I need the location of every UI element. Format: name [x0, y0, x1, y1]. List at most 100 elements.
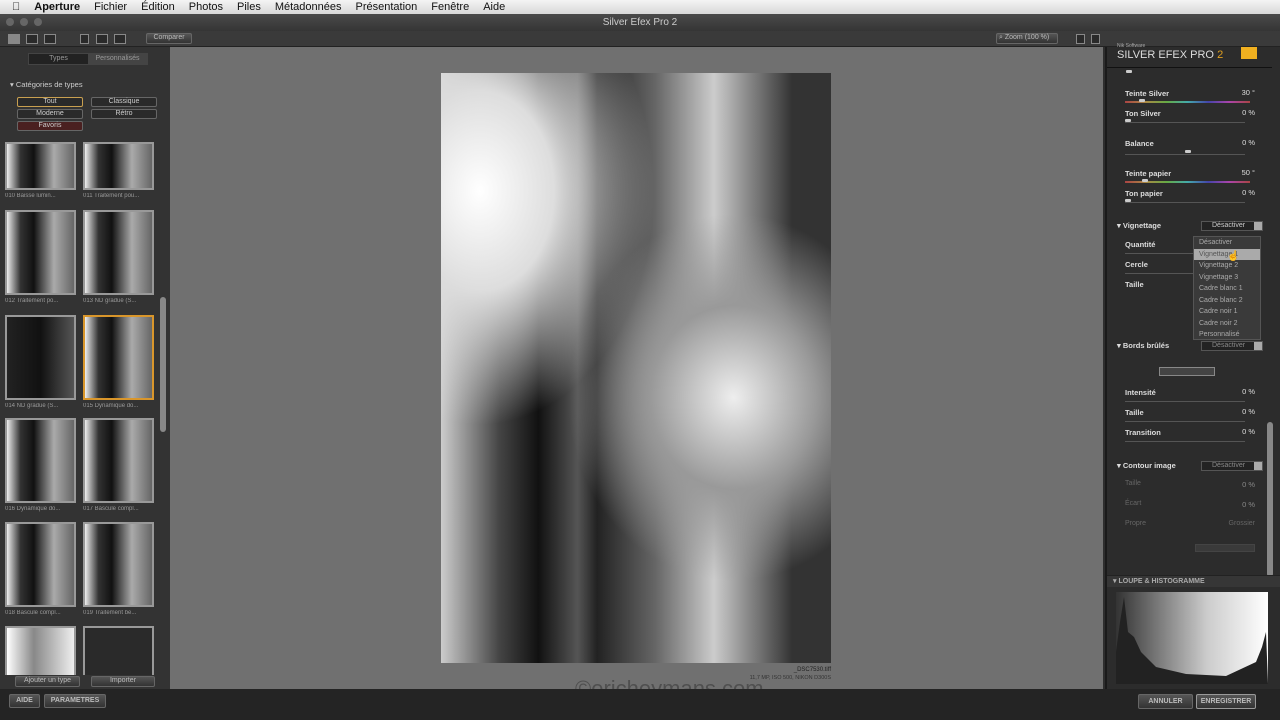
menu-item[interactable]: Cadre noir 2 — [1194, 318, 1260, 330]
section-bords-brules[interactable]: ▾ Bords brûlés — [1117, 341, 1169, 350]
category-tout[interactable]: Tout — [17, 97, 83, 107]
menu-item[interactable]: Désactiver — [1194, 237, 1260, 249]
slider-knob[interactable] — [1139, 99, 1145, 102]
preset-scrollbar[interactable] — [160, 297, 166, 432]
toolbar: Comparer ⌕ Zoom (100 %) — [0, 31, 1280, 47]
menu-item[interactable]: Cadre blanc 1 — [1194, 283, 1260, 295]
slider-taille: Taille 0 % — [1125, 407, 1255, 422]
split-view-icon[interactable] — [26, 34, 38, 44]
category-favoris[interactable]: Favoris — [17, 121, 83, 131]
section-contour-image[interactable]: ▾ Contour image — [1117, 461, 1176, 470]
categories-header[interactable]: ▾ Catégories de types — [10, 80, 83, 89]
compare-button[interactable]: Comparer — [146, 33, 192, 44]
slider-track[interactable] — [1125, 441, 1245, 442]
slider-knob[interactable] — [1125, 119, 1131, 122]
vignette-cercle-label: Cercle — [1125, 260, 1148, 269]
zoom-window-button[interactable] — [34, 18, 42, 26]
preset-thumbnail[interactable] — [5, 315, 76, 400]
menu-item[interactable]: Cadre blanc 2 — [1194, 295, 1260, 307]
single-view-icon[interactable] — [80, 34, 89, 44]
preset-thumbnail[interactable] — [5, 626, 76, 675]
import-button[interactable]: Importer — [91, 676, 155, 687]
menu-item[interactable]: Vignettage 3 — [1194, 272, 1260, 284]
panel-toggle-icon[interactable] — [1091, 34, 1100, 44]
contour-dropdown[interactable]: Désactiver — [1201, 461, 1263, 471]
slider-knob[interactable] — [1125, 199, 1131, 202]
pin-icon[interactable] — [1076, 34, 1085, 44]
preset-label: 011 Traitement pou... — [83, 193, 140, 199]
slider-track[interactable] — [1125, 122, 1245, 123]
contour-taille: Taille 0 % — [1125, 480, 1255, 489]
preset-label: 014 ND gradué (S... — [5, 403, 59, 409]
vignette-dropdown[interactable]: Désactiver — [1201, 221, 1263, 231]
zoom-select[interactable]: ⌕ Zoom (100 %) — [996, 33, 1058, 44]
adjustments-scrollbar[interactable] — [1267, 422, 1273, 577]
section-vignettage[interactable]: ▾ Vignettage — [1117, 221, 1161, 230]
brand-name: SILVER EFEX PRO — [1117, 49, 1214, 61]
side-by-side-icon[interactable] — [114, 34, 126, 44]
contour-variation-button[interactable] — [1195, 544, 1255, 552]
menu-piles[interactable]: Piles — [237, 1, 261, 13]
slider-knob[interactable] — [1142, 179, 1148, 182]
preset-thumbnail[interactable] — [83, 522, 154, 607]
slider-track[interactable] — [1125, 421, 1245, 422]
preset-thumbnail[interactable] — [5, 210, 76, 295]
cancel-button[interactable]: ANNULER — [1138, 694, 1193, 709]
menu-aperture[interactable]: Aperture — [34, 1, 80, 13]
contour-propre: Propre Grossier — [1125, 520, 1255, 527]
tab-personnalises[interactable]: Personnalisés — [88, 54, 147, 64]
preview-image[interactable] — [441, 73, 831, 663]
close-window-button[interactable] — [6, 18, 14, 26]
settings-button[interactable]: PARAMETRES — [44, 694, 106, 708]
menu-item[interactable]: Cadre noir 1 — [1194, 306, 1260, 318]
slider-ton-papier: Ton papier 0 % — [1125, 188, 1255, 203]
section-loupe-histogramme[interactable]: ▾ LOUPE & HISTOGRAMME — [1107, 575, 1280, 587]
category-moderne[interactable]: Moderne — [17, 109, 83, 119]
menu-metadonnees[interactable]: Métadonnées — [275, 1, 342, 13]
menu-fenetre[interactable]: Fenêtre — [431, 1, 469, 13]
bottom-bar: AIDE PARAMETRES ANNULER ENREGISTRER — [0, 689, 1280, 720]
slider-track[interactable] — [1125, 253, 1195, 254]
preset-label: 019 Traitement be... — [83, 610, 137, 616]
slider-knob[interactable] — [1185, 150, 1191, 153]
section-title: LOUPE & HISTOGRAMME — [1118, 578, 1205, 585]
tab-types[interactable]: Types — [29, 54, 88, 64]
save-button[interactable]: ENREGISTRER — [1196, 694, 1256, 709]
dropdown-value: Désactiver — [1212, 342, 1246, 349]
slider-ton-silver: Ton Silver 0 % — [1125, 108, 1255, 123]
menu-aide[interactable]: Aide — [483, 1, 505, 13]
slider-track[interactable] — [1125, 202, 1245, 203]
preset-thumbnail[interactable] — [5, 522, 76, 607]
preset-thumbnail[interactable] — [5, 418, 76, 503]
category-classique[interactable]: Classique — [91, 97, 157, 107]
menu-presentation[interactable]: Présentation — [356, 1, 418, 13]
browser-view-icon[interactable] — [8, 34, 20, 44]
title-bar: Silver Efex Pro 2 — [0, 14, 1280, 31]
menu-edition[interactable]: Édition — [141, 1, 175, 13]
split-vertical-icon[interactable] — [96, 34, 108, 44]
minimize-window-button[interactable] — [20, 18, 28, 26]
category-retro[interactable]: Rétro — [91, 109, 157, 119]
preset-thumbnail[interactable] — [83, 142, 154, 190]
apple-icon[interactable]:  — [12, 1, 20, 13]
slider-knob[interactable] — [1126, 70, 1132, 73]
slider-track[interactable] — [1125, 154, 1245, 155]
preset-label: 017 Bascule compl... — [83, 506, 139, 512]
preset-thumbnail-selected[interactable] — [83, 315, 154, 400]
preset-thumbnail[interactable] — [83, 210, 154, 295]
burn-dropdown[interactable]: Désactiver — [1201, 341, 1263, 351]
add-type-button[interactable]: Ajouter un type — [15, 676, 80, 687]
preset-thumbnail[interactable] — [5, 142, 76, 190]
menu-fichier[interactable]: Fichier — [94, 1, 127, 13]
preset-label: 012 Traitement po... — [5, 298, 59, 304]
viewer-view-icon[interactable] — [44, 34, 56, 44]
menu-photos[interactable]: Photos — [189, 1, 223, 13]
slider-track[interactable] — [1125, 273, 1195, 274]
menu-item[interactable]: Personnalisé — [1194, 329, 1260, 341]
burn-position-buttons[interactable] — [1159, 367, 1215, 376]
preset-thumbnail[interactable] — [83, 626, 154, 675]
presets-panel: Types Personnalisés ▾ Catégories de type… — [0, 47, 170, 689]
preset-thumbnail[interactable] — [83, 418, 154, 503]
slider-track[interactable] — [1125, 401, 1245, 402]
help-button[interactable]: AIDE — [9, 694, 40, 708]
